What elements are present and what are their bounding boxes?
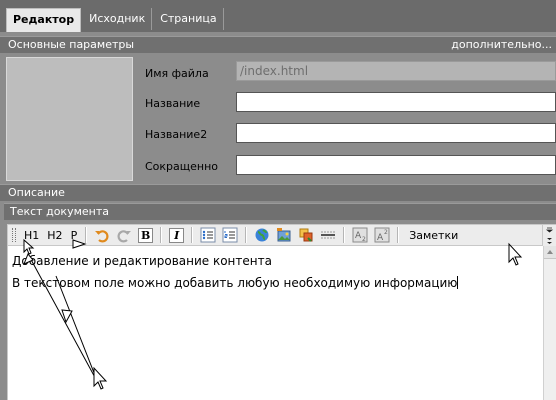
toolbar-separator (245, 227, 248, 243)
redo-icon[interactable] (116, 227, 132, 243)
toolbar-grip[interactable] (12, 228, 16, 242)
globe-link-icon[interactable] (254, 227, 270, 243)
numbered-list-icon[interactable] (222, 227, 238, 243)
toolbar-overflow[interactable] (543, 224, 556, 247)
text-caret (457, 276, 459, 289)
document-editor[interactable]: Добавление и редактирование контента В т… (7, 246, 543, 400)
title-field[interactable] (236, 92, 556, 112)
svg-text:2: 2 (362, 236, 366, 243)
toolbar-separator (343, 227, 346, 243)
subscript-icon[interactable]: A2 (352, 227, 368, 243)
tab-editor[interactable]: Редактор (6, 8, 82, 32)
scroll-up-icon (547, 250, 553, 254)
toolbar-separator (160, 227, 163, 243)
undo-icon[interactable] (94, 227, 110, 243)
toolbar-separator (191, 227, 194, 243)
toolbar-separator (397, 227, 400, 243)
main-params-title: Основные параметры (8, 38, 135, 51)
document-text-bar: Текст документа (4, 203, 556, 220)
superscript-icon[interactable]: A2 (374, 227, 390, 243)
italic-label: I (174, 228, 180, 242)
title2-field[interactable] (236, 123, 556, 143)
toolbar-overflow-icon (545, 227, 554, 244)
bold-label: B (141, 228, 151, 242)
h1-button[interactable]: H1 (20, 229, 43, 242)
advanced-link[interactable]: дополнительно... (451, 37, 552, 53)
editor-line-2: В текстовом поле можно добавить любую не… (12, 276, 539, 290)
editor-toolbar: H1 H2 P B I A2 A2 Заметки (7, 224, 543, 246)
insert-object-icon[interactable] (298, 227, 314, 243)
main-params-bar: Основные параметры дополнительно... (0, 36, 556, 53)
short-label: Сокращенно (145, 160, 219, 173)
document-text-title: Текст документа (10, 205, 109, 218)
editor-line-1: Добавление и редактирование контента (12, 254, 272, 268)
image-preview[interactable] (6, 57, 133, 181)
editor-line-2-text: В текстовом поле можно добавить любую не… (12, 276, 458, 290)
tabs: Редактор Исходник Страница (6, 8, 226, 32)
italic-icon[interactable]: I (169, 227, 185, 243)
paragraph-button[interactable]: P (67, 229, 82, 242)
svg-text:2: 2 (384, 229, 388, 236)
main-params-panel: Имя файла Название Название2 Сокращенно (0, 53, 556, 184)
short-field[interactable] (236, 155, 556, 175)
title2-label: Название2 (145, 128, 208, 141)
horizontal-rule-icon[interactable] (320, 227, 336, 243)
filename-label: Имя файла (145, 67, 209, 80)
bold-icon[interactable]: B (138, 227, 154, 243)
svg-text:A: A (377, 233, 384, 243)
tab-bar: Редактор Исходник Страница (0, 0, 556, 32)
tab-page[interactable]: Страница (154, 8, 224, 30)
h2-button[interactable]: H2 (43, 229, 66, 242)
description-bar[interactable]: Описание (0, 184, 556, 201)
svg-text:A: A (355, 231, 362, 241)
tab-source[interactable]: Исходник (83, 8, 153, 30)
scroll-up-button[interactable] (544, 246, 556, 259)
insert-image-icon[interactable] (276, 227, 292, 243)
description-title: Описание (8, 186, 65, 199)
bulleted-list-icon[interactable] (200, 227, 216, 243)
toolbar-separator (85, 227, 88, 243)
notes-button[interactable]: Заметки (403, 229, 464, 242)
editor-scrollbar[interactable] (543, 246, 556, 400)
filename-field[interactable] (236, 61, 556, 81)
title-label: Название (145, 97, 201, 110)
